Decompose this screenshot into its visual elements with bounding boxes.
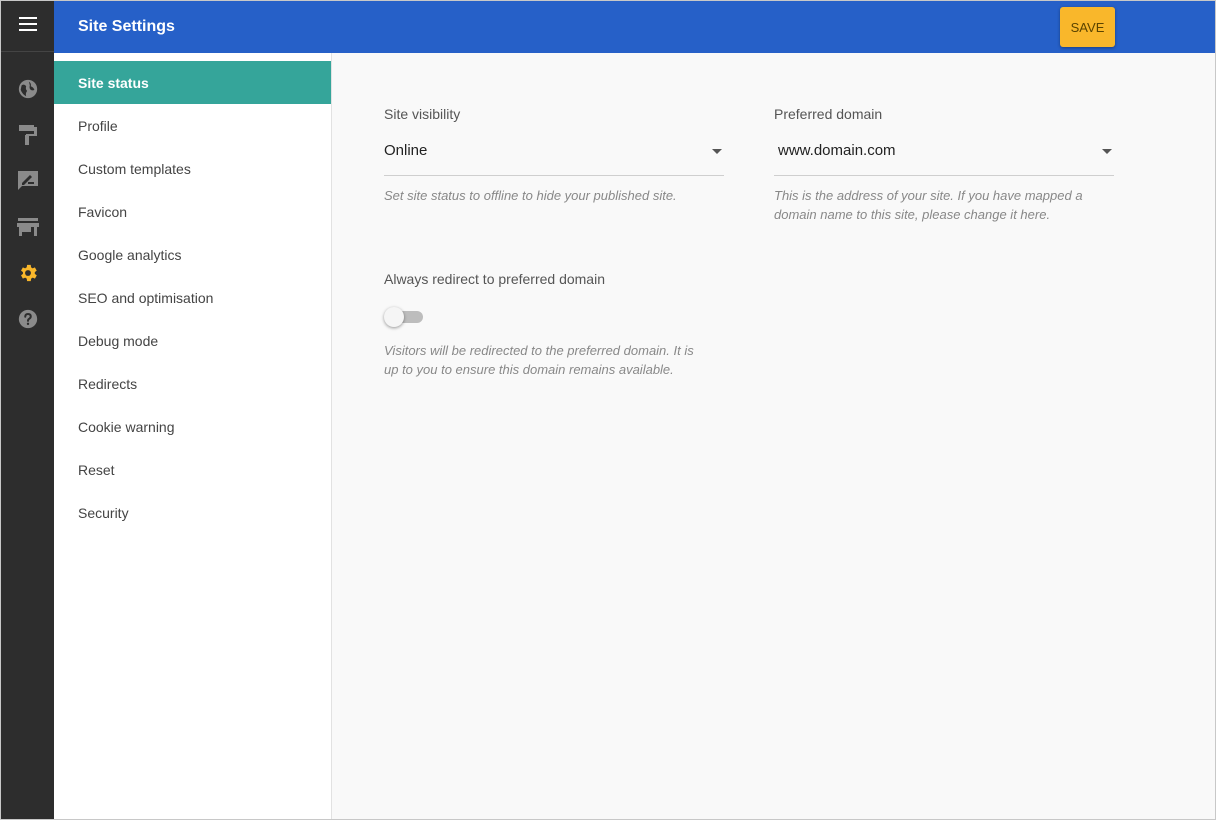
edit-post-icon <box>17 170 39 197</box>
site-visibility-select[interactable]: Online <box>384 140 724 176</box>
preferred-domain-hint-line: This is the address of your site. If you… <box>774 188 1083 203</box>
sidebar-item-profile[interactable]: Profile <box>54 104 331 147</box>
sidebar-item-seo[interactable]: SEO and optimisation <box>54 276 331 319</box>
preferred-domain-hint-line: domain name to this site, please change … <box>774 207 1051 222</box>
settings-sidebar: Site status Profile Custom templates Fav… <box>54 53 332 819</box>
rail-item-help[interactable] <box>1 298 54 344</box>
preferred-domain-label: Preferred domain <box>774 106 883 122</box>
dropdown-arrow-icon <box>1102 149 1112 154</box>
sidebar-item-reset[interactable]: Reset <box>54 448 331 491</box>
redirect-hint-line: up to you to ensure this domain remains … <box>384 362 674 377</box>
gear-icon <box>17 262 39 289</box>
site-visibility-hint: Set site status to offline to hide your … <box>384 188 677 203</box>
site-visibility-value: Online <box>384 142 428 159</box>
hamburger-icon <box>18 16 37 36</box>
preferred-domain-field: Preferred domain www.domain.com This is … <box>774 106 1114 224</box>
rail-item-design[interactable] <box>1 114 54 160</box>
help-icon <box>17 308 39 335</box>
sidebar-item-custom-templates[interactable]: Custom templates <box>54 147 331 190</box>
sidebar-item-redirects[interactable]: Redirects <box>54 362 331 405</box>
redirect-hint-line: Visitors will be redirected to the prefe… <box>384 343 694 358</box>
redirect-hint: Visitors will be redirected to the prefe… <box>384 341 744 379</box>
preferred-domain-hint: This is the address of your site. If you… <box>774 186 1114 224</box>
sidebar-item-debug-mode[interactable]: Debug mode <box>54 319 331 362</box>
rail-item-posts[interactable] <box>1 160 54 206</box>
top-bar: Site Settings SAVE <box>54 1 1215 53</box>
sidebar-item-security[interactable]: Security <box>54 491 331 534</box>
sidebar-item-cookie-warning[interactable]: Cookie warning <box>54 405 331 448</box>
icon-rail <box>1 1 54 819</box>
redirect-label: Always redirect to preferred domain <box>384 271 605 287</box>
site-visibility-label: Site visibility <box>384 106 461 122</box>
sidebar-item-favicon[interactable]: Favicon <box>54 190 331 233</box>
store-icon <box>16 217 39 242</box>
site-visibility-field: Site visibility Online Set site status t… <box>384 106 724 205</box>
page-title: Site Settings <box>78 18 175 35</box>
rail-item-site[interactable] <box>1 68 54 114</box>
save-button[interactable]: SAVE <box>1060 7 1115 47</box>
rail-item-store[interactable] <box>1 206 54 252</box>
redirect-toggle[interactable] <box>384 307 424 327</box>
sidebar-item-site-status[interactable]: Site status <box>54 61 331 104</box>
rail-item-settings[interactable] <box>1 252 54 298</box>
preferred-domain-value: www.domain.com <box>778 142 896 159</box>
dropdown-arrow-icon <box>712 149 722 154</box>
menu-button[interactable] <box>1 1 54 52</box>
paint-roller-icon <box>18 124 38 151</box>
preferred-domain-select[interactable]: www.domain.com <box>774 140 1114 176</box>
sidebar-item-google-analytics[interactable]: Google analytics <box>54 233 331 276</box>
toggle-thumb <box>384 307 404 327</box>
settings-panel: Site visibility Online Set site status t… <box>332 53 1215 819</box>
app-window: Site Settings SAVE Site status Profile C… <box>0 0 1216 820</box>
globe-icon <box>17 78 39 105</box>
redirect-field: Always redirect to preferred domain Visi… <box>384 271 744 379</box>
